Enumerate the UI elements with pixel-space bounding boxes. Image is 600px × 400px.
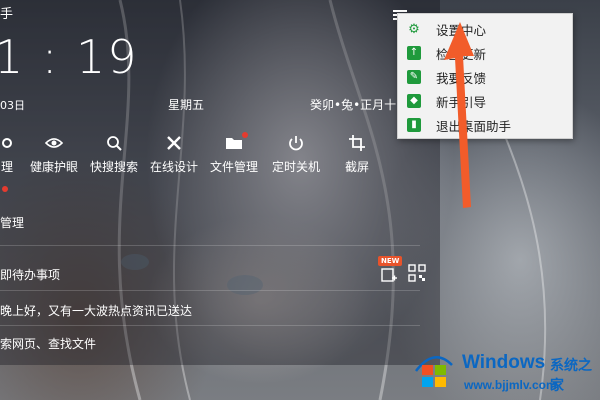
watermark-brand: Windows — [462, 352, 546, 373]
watermark-url: www.bjjmlv.com — [464, 378, 557, 392]
folder-icon — [226, 138, 242, 149]
weekday-text: 星期五 — [168, 98, 205, 112]
app-title-fragment: 手 — [0, 7, 14, 22]
design-tools-icon — [167, 136, 181, 150]
exit-icon: ▮ — [407, 118, 421, 132]
tool-scheduled-shutdown[interactable]: 定时关机 — [272, 134, 320, 175]
guide-icon: ◆ — [407, 94, 421, 108]
gear-icon — [2, 138, 12, 148]
notification-dot — [2, 186, 8, 192]
feedback-icon: ✎ — [407, 70, 421, 84]
add-todo-icon[interactable] — [380, 266, 398, 284]
search-icon — [107, 136, 122, 151]
date-text: 03日 — [0, 99, 25, 112]
divider — [0, 245, 420, 246]
tool-online-design[interactable]: 在线设计 — [150, 134, 198, 175]
settings-icon: ⚙ — [408, 21, 420, 37]
search-bar[interactable]: 索网页、查找文件 — [0, 335, 96, 352]
qr-code-icon[interactable] — [408, 264, 426, 282]
manage-link[interactable]: 管理 — [0, 214, 24, 231]
clock-time: 1 : 19 — [0, 30, 139, 84]
annotation-arrow — [444, 22, 474, 208]
watermark-brand-cn: 系统之家 — [550, 358, 592, 394]
watermark: Windows 系统之家 www.bjjmlv.com — [400, 345, 600, 400]
tool-bar: 理 健康护眼 快搜搜索 在线设计 文件管理 定时关机 截屏 — [0, 132, 400, 184]
tool-manage[interactable]: 理 — [0, 134, 16, 175]
eye-icon — [45, 138, 63, 148]
tool-screenshot[interactable]: 截屏 — [345, 134, 369, 175]
tool-quick-search[interactable]: 快搜搜索 — [90, 134, 138, 175]
crop-icon — [349, 135, 365, 151]
tool-file-manager[interactable]: 文件管理 — [210, 132, 258, 175]
notification-dot — [242, 132, 248, 138]
divider — [0, 325, 420, 326]
new-badge: NEW — [378, 256, 403, 266]
divider — [0, 290, 420, 291]
tool-eye-care[interactable]: 健康护眼 — [30, 134, 78, 175]
todo-link[interactable]: 即待办事项 — [0, 266, 60, 283]
lunar-date-text: 癸卯•兔•正月十 — [310, 98, 397, 112]
update-icon: ↑ — [407, 46, 421, 60]
windows-logo — [415, 356, 453, 387]
power-icon — [289, 136, 303, 151]
news-text[interactable]: 晚上好，又有一大波热点资讯已送达 — [0, 302, 192, 319]
